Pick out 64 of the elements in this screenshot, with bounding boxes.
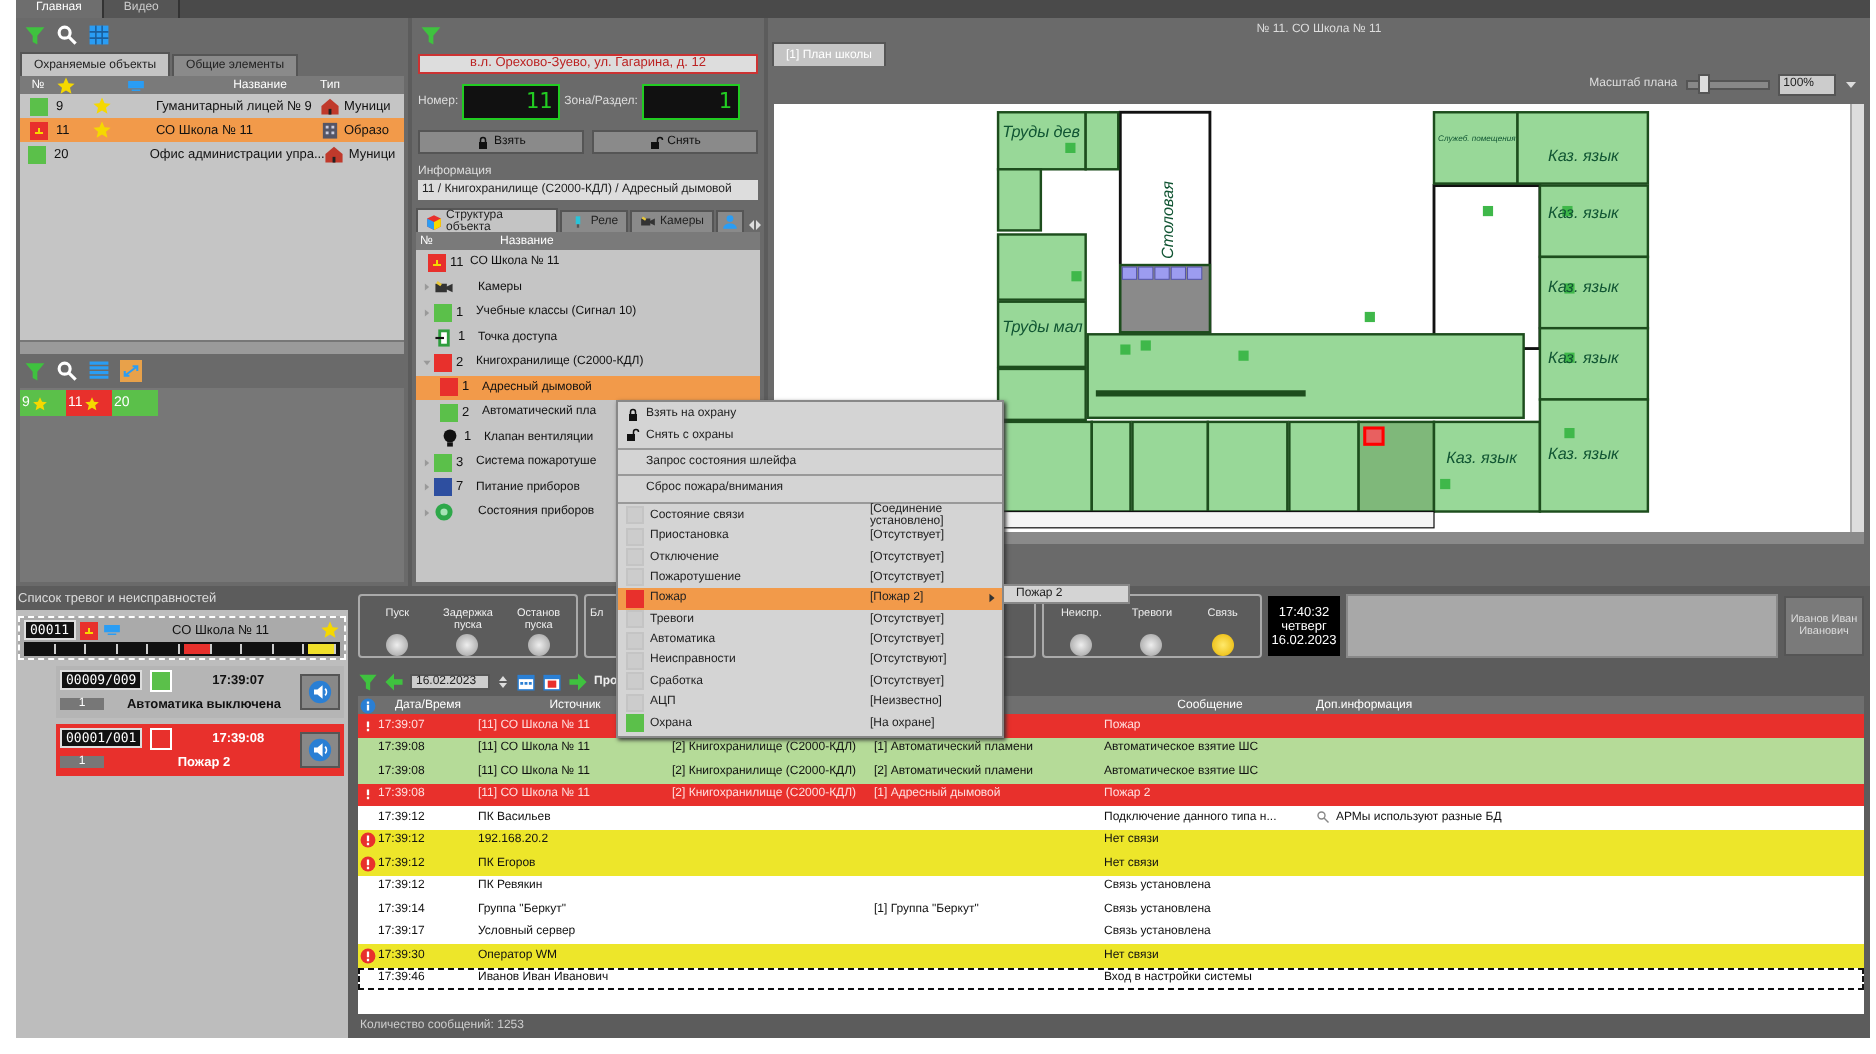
search-icon[interactable] — [56, 360, 78, 382]
scrollbar[interactable] — [1850, 104, 1864, 532]
star-icon — [31, 395, 48, 411]
star-icon — [56, 75, 76, 95]
zoom-slider[interactable] — [1685, 74, 1770, 94]
fire-icon — [79, 621, 98, 639]
dropdown-icon[interactable] — [1844, 77, 1858, 91]
sound-button[interactable] — [300, 732, 340, 768]
grid-icon[interactable] — [88, 24, 110, 46]
room-label: Каз. язык — [1446, 448, 1517, 467]
zone-display: 1 — [641, 83, 740, 119]
camera-icon — [640, 214, 657, 230]
camera-icon — [434, 277, 454, 298]
number-display: 11 — [462, 83, 561, 119]
network-icon — [126, 75, 146, 95]
room-label: Каз. язык — [1548, 277, 1619, 296]
filter-icon[interactable] — [420, 24, 442, 46]
house-icon — [324, 144, 345, 164]
submenu-arrow-icon — [986, 592, 998, 605]
alert-icon — [360, 947, 376, 964]
unlock-icon — [626, 428, 640, 443]
lock-icon — [626, 407, 640, 422]
expand-icon[interactable] — [422, 282, 432, 293]
room-label: Каз. язык — [1548, 348, 1619, 367]
house-icon — [320, 96, 340, 116]
tab[interactable] — [716, 210, 744, 232]
arrow-left-icon[interactable] — [384, 671, 404, 691]
search-icon[interactable] — [56, 24, 78, 46]
lock-icon — [476, 135, 491, 149]
cube-icon — [426, 213, 442, 229]
building-icon — [320, 120, 340, 140]
speaker-icon — [308, 738, 332, 762]
alert-icon — [360, 855, 376, 872]
room-label: Труды дев — [1002, 122, 1081, 141]
filter-icon[interactable] — [24, 360, 46, 382]
sound-button[interactable] — [300, 674, 340, 710]
gear-icon — [434, 502, 454, 523]
star-icon — [84, 395, 101, 411]
unlock-icon — [649, 135, 664, 149]
bulb-icon — [440, 427, 460, 448]
filter-icon[interactable] — [358, 671, 378, 691]
calendar-icon[interactable] — [516, 671, 537, 691]
door-icon — [434, 327, 454, 348]
room-label: Столовая — [1159, 181, 1178, 259]
calendar-icon[interactable] — [542, 671, 563, 691]
room-label: Каз. язык — [1548, 147, 1619, 166]
list-icon[interactable] — [88, 360, 110, 382]
network-icon — [101, 620, 122, 640]
star-icon — [320, 620, 340, 640]
alarm-marker[interactable] — [1363, 426, 1385, 446]
arrow-right-icon[interactable] — [568, 671, 589, 691]
search-icon — [1316, 810, 1330, 825]
spinner-icon[interactable] — [496, 673, 511, 689]
person-icon — [722, 214, 738, 230]
scroll-arrows-icon[interactable] — [746, 218, 764, 232]
room-label: Каз. язык — [1548, 204, 1619, 223]
room-label: Каз. язык — [1548, 444, 1619, 463]
filter-icon[interactable] — [24, 24, 46, 46]
speaker-icon — [308, 680, 332, 704]
info-icon — [360, 697, 376, 713]
scrollbar[interactable] — [20, 340, 404, 354]
swap-icon[interactable] — [120, 360, 142, 382]
alert-icon — [360, 832, 376, 849]
room-label: Труды мал — [1002, 318, 1083, 337]
